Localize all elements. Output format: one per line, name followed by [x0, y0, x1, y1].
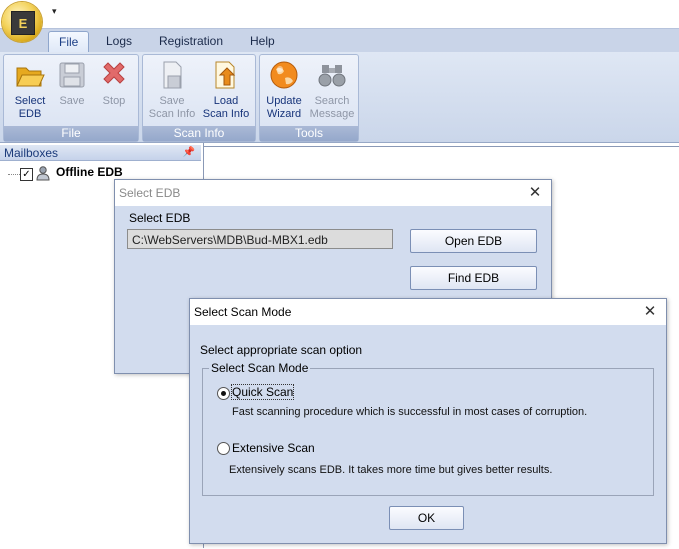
save-document-icon — [163, 61, 182, 89]
tree-checkbox[interactable]: ✓ — [20, 168, 33, 181]
quick-scan-description: Fast scanning procedure which is success… — [232, 406, 588, 418]
tab-logs[interactable]: Logs — [96, 31, 142, 52]
ok-button[interactable]: OK — [389, 506, 464, 530]
app-orb-icon[interactable]: E — [2, 2, 42, 42]
ribbon-group-scan-info: Save Scan Info Load Scan Info Scan Info — [142, 54, 256, 142]
scan-mode-title: Select Scan Mode — [194, 305, 292, 319]
save-scan-info-label: Save Scan Info — [148, 95, 196, 120]
group-label-tools: Tools — [260, 126, 358, 141]
scan-mode-titlebar: Select Scan Mode ✕ — [190, 299, 666, 325]
select-edb-titlebar: Select EDB ✕ — [115, 180, 551, 206]
scan-mode-group-label: Select Scan Mode — [209, 361, 311, 375]
extensive-scan-description: Extensively scans EDB. It takes more tim… — [229, 464, 553, 476]
select-edb-title: Select EDB — [119, 186, 181, 200]
quick-scan-label[interactable]: Quick Scan — [230, 384, 295, 400]
ribbon-group-tools: Update Wizard Search Message Tools — [259, 54, 359, 142]
select-edb-button[interactable]: Select EDB — [8, 59, 52, 121]
tab-registration[interactable]: Registration — [149, 31, 233, 52]
update-wizard-button[interactable]: Update Wizard — [262, 59, 306, 121]
extensive-scan-radio[interactable] — [217, 442, 230, 455]
binoculars-icon — [318, 65, 346, 87]
globe-icon — [270, 61, 298, 89]
tab-help[interactable]: Help — [240, 31, 285, 52]
mailboxes-pane-header: Mailboxes 📌 — [0, 145, 201, 161]
group-label-file: File — [4, 126, 138, 141]
close-icon[interactable]: ✕ — [642, 299, 658, 325]
app-logo: E — [11, 11, 35, 35]
save-label: Save — [59, 95, 85, 107]
open-edb-button[interactable]: Open EDB — [410, 229, 537, 253]
stop-button[interactable]: Stop — [92, 59, 136, 108]
select-edb-label: Select EDB — [14, 95, 46, 120]
floppy-disk-icon — [59, 62, 85, 88]
open-folder-icon — [16, 67, 45, 87]
edb-path-field[interactable]: C:\WebServers\MDB\Bud-MBX1.edb — [127, 229, 393, 249]
close-icon[interactable]: ✕ — [527, 180, 543, 206]
ribbon: Select EDB Save Stop File Save Scan Info — [0, 52, 679, 143]
update-wizard-label: Update Wizard — [266, 95, 302, 120]
ribbon-tabs: File Logs Registration Help — [0, 28, 679, 53]
pin-icon[interactable]: 📌 — [183, 145, 195, 161]
scan-mode-group: Select Scan Mode Quick Scan Fast scannin… — [202, 361, 654, 496]
save-button[interactable]: Save — [50, 59, 94, 108]
dropdown-arrow-icon[interactable]: ▾ — [52, 6, 57, 17]
find-edb-button[interactable]: Find EDB — [410, 266, 537, 290]
ribbon-group-file: Select EDB Save Stop File — [3, 54, 139, 142]
mailboxes-title: Mailboxes — [4, 146, 59, 160]
scan-mode-prompt: Select appropriate scan option — [200, 343, 363, 357]
mailbox-user-icon — [36, 166, 50, 181]
load-document-icon — [215, 61, 236, 89]
tree-item-offline-edb[interactable]: Offline EDB — [56, 165, 123, 179]
search-message-button[interactable]: Search Message — [308, 59, 356, 121]
load-scan-info-label: Load Scan Info — [202, 95, 250, 120]
load-scan-info-button[interactable]: Load Scan Info — [201, 59, 251, 121]
select-scan-mode-dialog: Select Scan Mode ✕ Select appropriate sc… — [189, 298, 667, 544]
tree-connector — [8, 174, 20, 175]
stop-label: Stop — [102, 95, 126, 107]
tab-file[interactable]: File — [48, 31, 90, 53]
quick-access-toolbar: E ▾ — [0, 0, 679, 42]
save-scan-info-button[interactable]: Save Scan Info — [147, 59, 197, 121]
quick-scan-radio[interactable] — [217, 387, 230, 400]
search-message-label: Search Message — [309, 95, 355, 120]
select-edb-field-label: Select EDB — [129, 211, 191, 225]
extensive-scan-label[interactable]: Extensive Scan — [232, 441, 315, 455]
red-x-icon — [103, 62, 125, 84]
group-label-scan-info: Scan Info — [143, 126, 255, 141]
